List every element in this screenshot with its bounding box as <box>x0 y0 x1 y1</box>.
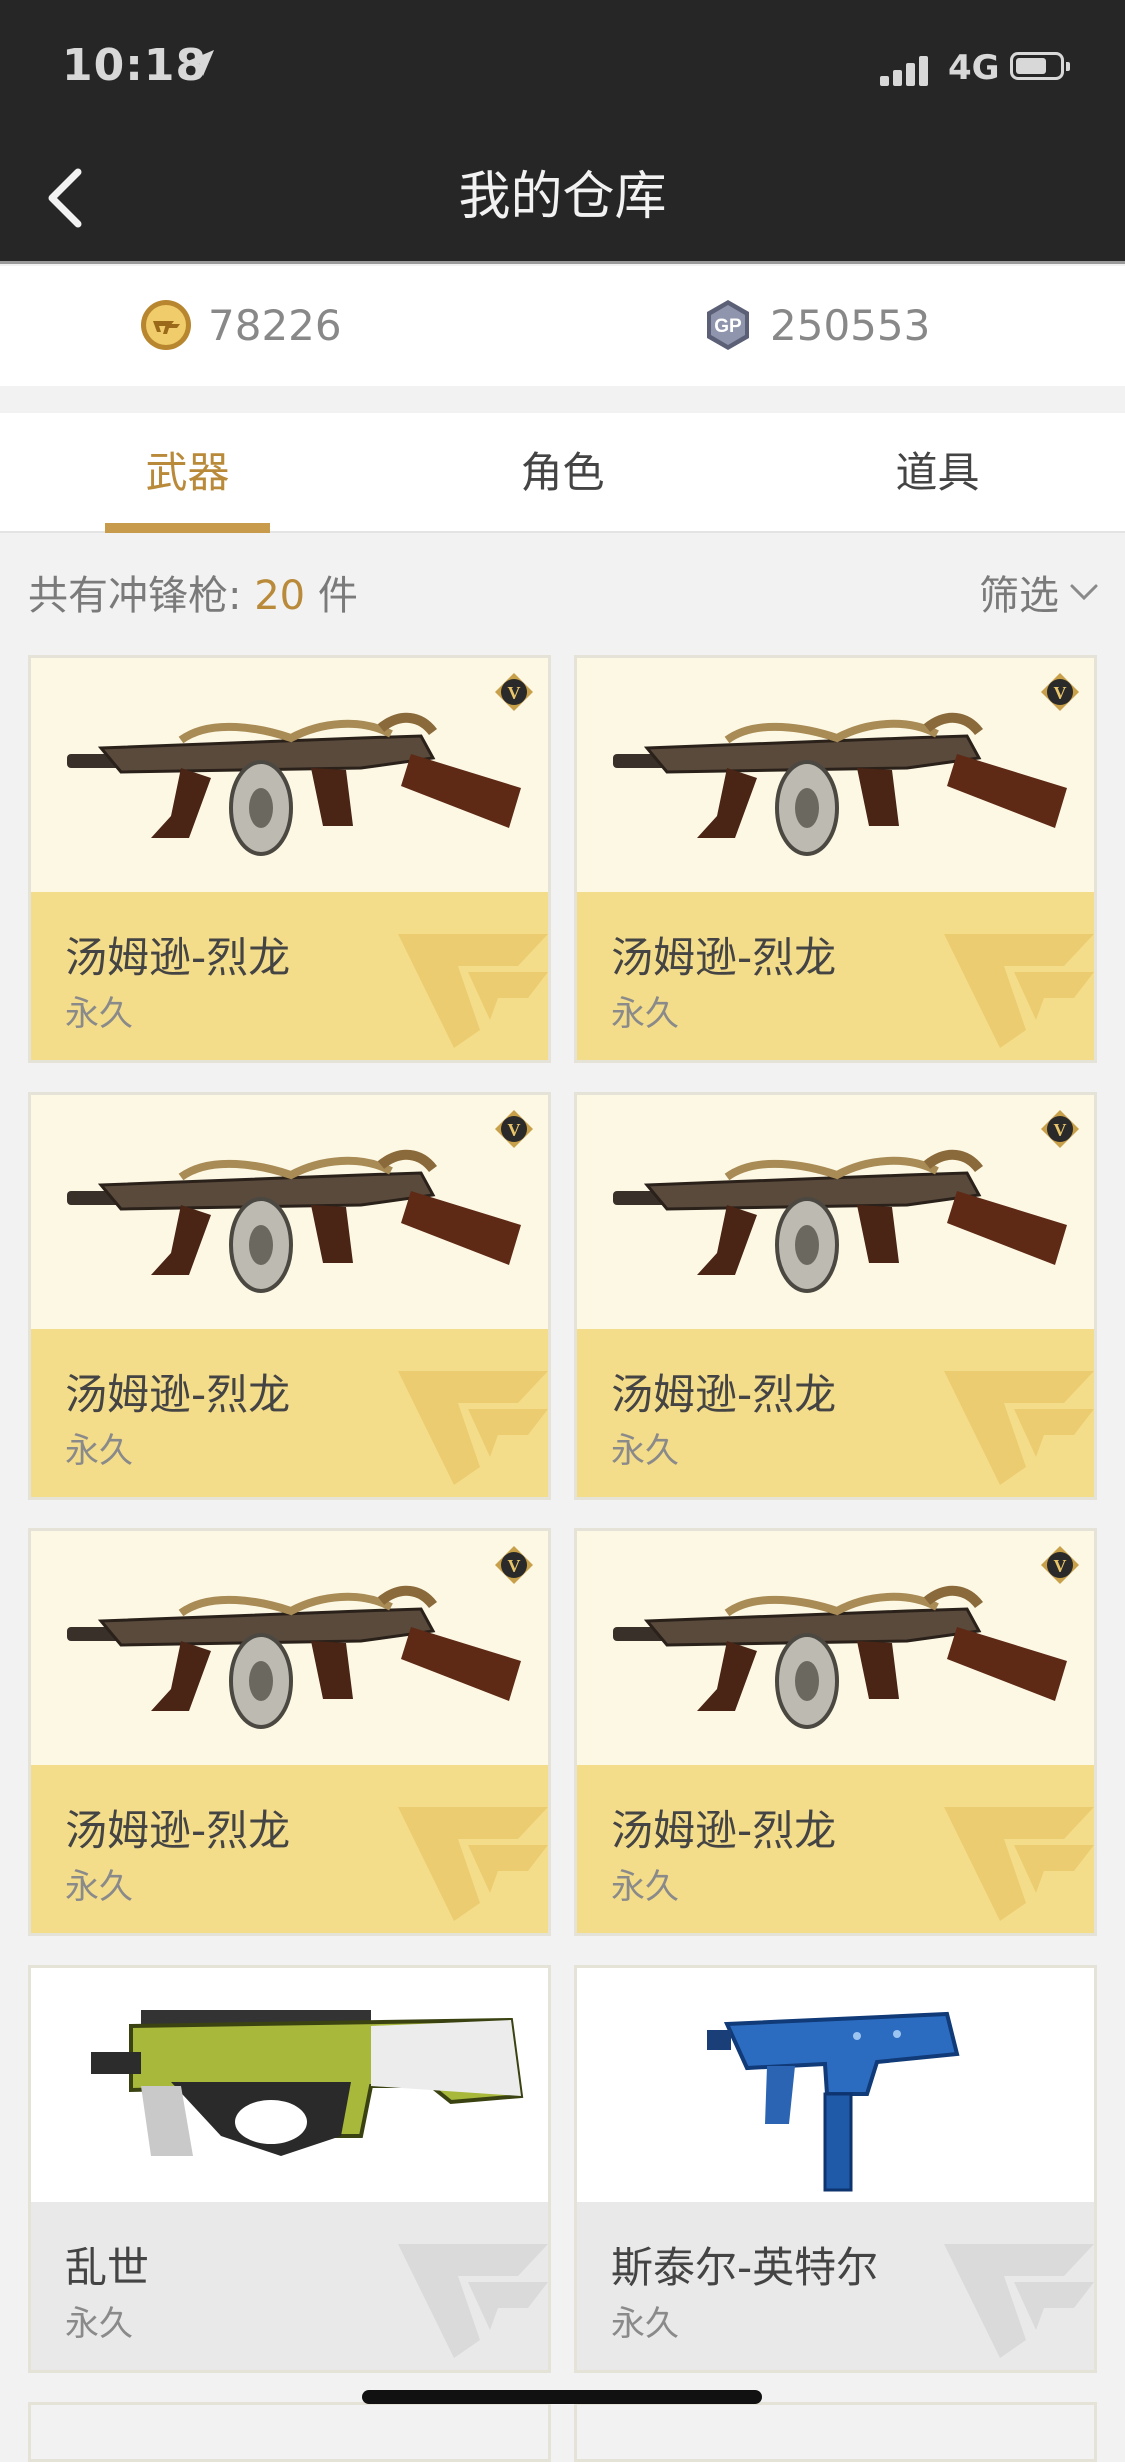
item-card[interactable]: V 汤姆逊-烈龙永久 <box>574 655 1097 1063</box>
cf-watermark-icon <box>398 934 548 1048</box>
item-duration: 永久 <box>65 994 133 1034</box>
item-info: 汤姆逊-烈龙永久 <box>577 1329 1094 1497</box>
filter-button[interactable]: 筛选 <box>979 563 1099 621</box>
item-info: 汤姆逊-烈龙永久 <box>577 892 1094 1060</box>
item-info: 汤姆逊-烈龙永久 <box>31 1329 548 1497</box>
battery-icon <box>1010 52 1070 80</box>
tab-weapons[interactable]: 武器 <box>0 413 375 531</box>
item-card[interactable]: V 汤姆逊-烈龙永久 <box>28 655 551 1063</box>
item-image-area <box>577 1968 1094 2202</box>
weapon-image <box>613 712 1067 856</box>
cf-watermark-icon <box>398 2244 548 2358</box>
currency-bar: 78226 GP 250553 <box>0 266 1125 386</box>
weapon-image <box>613 1149 1067 1293</box>
count-row: 共有冲锋枪: 20 件 筛选 <box>0 533 1125 643</box>
item-card[interactable]: 乱世 永久 <box>28 1965 551 2373</box>
filter-label: 筛选 <box>979 573 1059 619</box>
weapon-image <box>67 712 521 856</box>
item-duration: 永久 <box>611 994 679 1034</box>
svg-text:V: V <box>508 683 521 703</box>
item-name: 汤姆逊-烈龙 <box>65 1370 291 1419</box>
signal-icon <box>880 54 936 86</box>
item-duration: 永久 <box>611 2304 679 2344</box>
item-name: 汤姆逊-烈龙 <box>611 1806 837 1855</box>
weapon-image <box>707 2011 960 2192</box>
item-duration: 永久 <box>611 1431 679 1471</box>
item-image-area: V <box>31 1531 548 1765</box>
cf-watermark-icon <box>398 1371 548 1485</box>
item-image-area: V <box>577 658 1094 892</box>
item-image-area: V <box>577 1531 1094 1765</box>
cf-points-balance: 78226 <box>140 299 342 351</box>
home-indicator <box>362 2390 762 2404</box>
item-info: 汤姆逊-烈龙永久 <box>31 1765 548 1933</box>
item-name: 汤姆逊-烈龙 <box>65 1806 291 1855</box>
item-card-partial[interactable] <box>574 2402 1097 2462</box>
tab-items[interactable]: 道具 <box>750 413 1125 531</box>
weapon-image <box>91 2010 524 2156</box>
gp-coin-icon: GP <box>707 300 749 350</box>
location-arrow-icon <box>188 50 214 76</box>
tab-characters[interactable]: 角色 <box>375 413 750 531</box>
item-info: 汤姆逊-烈龙永久 <box>577 1765 1094 1933</box>
item-count-prefix: 共有冲锋枪: <box>28 573 255 619</box>
cf-watermark-icon <box>944 1371 1094 1485</box>
item-name: 汤姆逊-烈龙 <box>611 1370 837 1419</box>
item-duration: 永久 <box>611 1867 679 1907</box>
page-title: 我的仓库 <box>458 167 667 227</box>
item-info: 斯泰尔-英特尔永久 <box>577 2202 1094 2370</box>
svg-text:V: V <box>508 1556 521 1576</box>
item-card[interactable]: V 汤姆逊-烈龙永久 <box>28 1092 551 1500</box>
item-name: 乱世 <box>65 2243 150 2292</box>
item-info: 乱世 永久 <box>31 2202 548 2370</box>
v-badge-icon: V <box>495 1546 533 1584</box>
item-card[interactable]: V 汤姆逊-烈龙永久 <box>574 1092 1097 1500</box>
item-count-label: 共有冲锋枪: 20 件 <box>28 563 358 621</box>
svg-text:V: V <box>508 1120 521 1140</box>
item-card-partial[interactable] <box>28 2402 551 2462</box>
item-duration: 永久 <box>65 1431 133 1471</box>
cf-watermark-icon <box>944 1807 1094 1921</box>
cf-watermark-icon <box>944 2244 1094 2358</box>
item-name: 斯泰尔-英特尔 <box>611 2243 879 2292</box>
item-image-area: V <box>31 1095 548 1329</box>
chevron-down-icon <box>1070 584 1098 601</box>
v-badge-icon: V <box>1041 1546 1079 1584</box>
cf-watermark-icon <box>398 1807 548 1921</box>
item-name: 汤姆逊-烈龙 <box>65 933 291 982</box>
item-card[interactable]: V 汤姆逊-烈龙永久 <box>28 1528 551 1936</box>
item-info: 汤姆逊-烈龙永久 <box>31 892 548 1060</box>
item-card[interactable]: 斯泰尔-英特尔永久 <box>574 1965 1097 2373</box>
cf-points-amount: 78226 <box>208 300 342 350</box>
cf-coin-icon <box>141 300 191 350</box>
item-card[interactable]: V 汤姆逊-烈龙永久 <box>574 1528 1097 1936</box>
v-badge-icon: V <box>495 673 533 711</box>
v-badge-icon: V <box>1041 673 1079 711</box>
svg-text:V: V <box>1054 1120 1067 1140</box>
top-bar: 10:18 4G 我的仓库 <box>0 0 1125 264</box>
weapon-image <box>613 1585 1067 1729</box>
item-count-unit: 件 <box>305 573 358 619</box>
v-badge-icon: V <box>495 1110 533 1148</box>
v-badge-icon: V <box>1041 1110 1079 1148</box>
gp-points-amount: 250553 <box>770 300 931 350</box>
item-image-area: V <box>31 658 548 892</box>
item-duration: 永久 <box>65 1867 133 1907</box>
item-image-area: V <box>577 1095 1094 1329</box>
weapon-image <box>67 1585 521 1729</box>
svg-text:V: V <box>1054 1556 1067 1576</box>
item-duration: 永久 <box>65 2304 133 2344</box>
item-name: 汤姆逊-烈龙 <box>611 933 837 982</box>
category-tabs: 武器 角色 道具 <box>0 413 1125 533</box>
gp-points-balance: GP 250553 <box>702 299 930 351</box>
item-image-area <box>31 1968 548 2202</box>
svg-text:GP: GP <box>714 316 742 337</box>
carrier-label: 4G <box>948 48 1000 88</box>
svg-text:V: V <box>1054 683 1067 703</box>
active-tab-indicator <box>105 523 270 533</box>
weapon-image <box>67 1149 521 1293</box>
item-count-value: 20 <box>254 573 306 619</box>
cf-watermark-icon <box>944 934 1094 1048</box>
